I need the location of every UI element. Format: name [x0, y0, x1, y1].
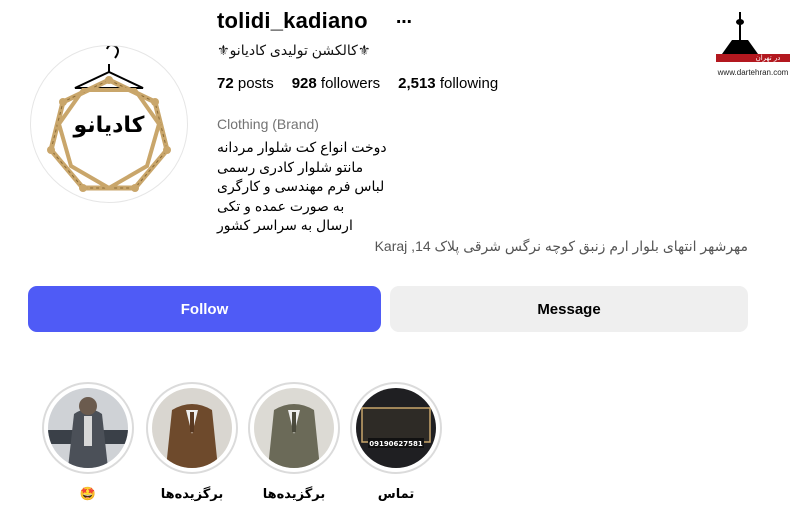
highlight-label: تماس: [377, 486, 415, 501]
bio-line: لباس فرم مهندسی و کارگری: [217, 178, 385, 194]
following-label: following: [439, 75, 499, 92]
highlight-label: 🤩: [79, 486, 97, 501]
highlight-ring: [248, 382, 340, 474]
dartehran-watermark: در تهران www.dartehran.com: [712, 10, 794, 80]
highlight-label: برگزیده‌ها: [262, 486, 326, 501]
highlight-item[interactable]: برگزیده‌ها: [146, 382, 238, 502]
highlight-thumbnail: [48, 388, 128, 468]
avatar-brand-text: کادیانو: [73, 113, 145, 138]
highlight-item[interactable]: برگزیده‌ها: [248, 382, 340, 502]
profile-bio: دوخت انواع کت شلوار مردانه مانتو شلوار ک…: [217, 138, 387, 236]
highlight-label: برگزیده‌ها: [160, 486, 224, 501]
highlight-thumbnail: [254, 388, 334, 468]
highlight-item[interactable]: 🤩: [42, 382, 134, 502]
following-stat[interactable]: 2,513 following: [398, 75, 498, 92]
profile-category: Clothing (Brand): [217, 116, 319, 132]
highlight-ring: 09190627581: [350, 382, 442, 474]
highlight-ring: [42, 382, 134, 474]
posts-count: 72: [217, 75, 234, 92]
posts-stat[interactable]: 72 posts: [217, 75, 274, 92]
bio-line: به صورت عمده و تکی: [217, 197, 345, 214]
contact-phone: 09190627581: [369, 440, 423, 448]
follow-button[interactable]: Follow: [28, 286, 381, 332]
watermark-logo-text: در تهران: [756, 54, 781, 62]
bio-line: مانتو شلوار کادری رسمی: [217, 158, 364, 175]
highlight-thumbnail: [152, 388, 232, 468]
highlight-thumbnail: 09190627581: [356, 388, 436, 468]
posts-label: posts: [237, 75, 274, 92]
profile-stats: 72 posts 928 followers 2,513 following: [217, 75, 498, 92]
followers-label: followers: [320, 75, 381, 92]
followers-count: 928: [291, 75, 317, 92]
profile-username: tolidi_kadiano: [217, 8, 368, 33]
profile-full-name: ⚜کالکشن تولیدی کادیانو⚜: [217, 42, 371, 58]
bio-line: ارسال به سراسر کشور: [217, 217, 353, 233]
profile-address[interactable]: مهرشهر انتهای بلوار ارم زنبق کوچه نرگس ش…: [375, 238, 748, 255]
followers-stat[interactable]: 928 followers: [292, 75, 380, 92]
highlight-ring: [146, 382, 238, 474]
milad-tower-logo-icon: در تهران: [716, 12, 790, 62]
message-button[interactable]: Message: [390, 286, 748, 332]
profile-avatar[interactable]: کادیانو: [30, 45, 188, 203]
highlight-item[interactable]: 09190627581 تماس: [350, 382, 442, 502]
following-count: 2,513: [398, 75, 436, 92]
more-options-icon[interactable]: ⋯: [396, 12, 412, 32]
hanger-logo-icon: کادیانو: [47, 46, 171, 192]
watermark-site: www.dartehran.com: [717, 68, 789, 77]
bio-line: دوخت انواع کت شلوار مردانه: [217, 139, 387, 155]
